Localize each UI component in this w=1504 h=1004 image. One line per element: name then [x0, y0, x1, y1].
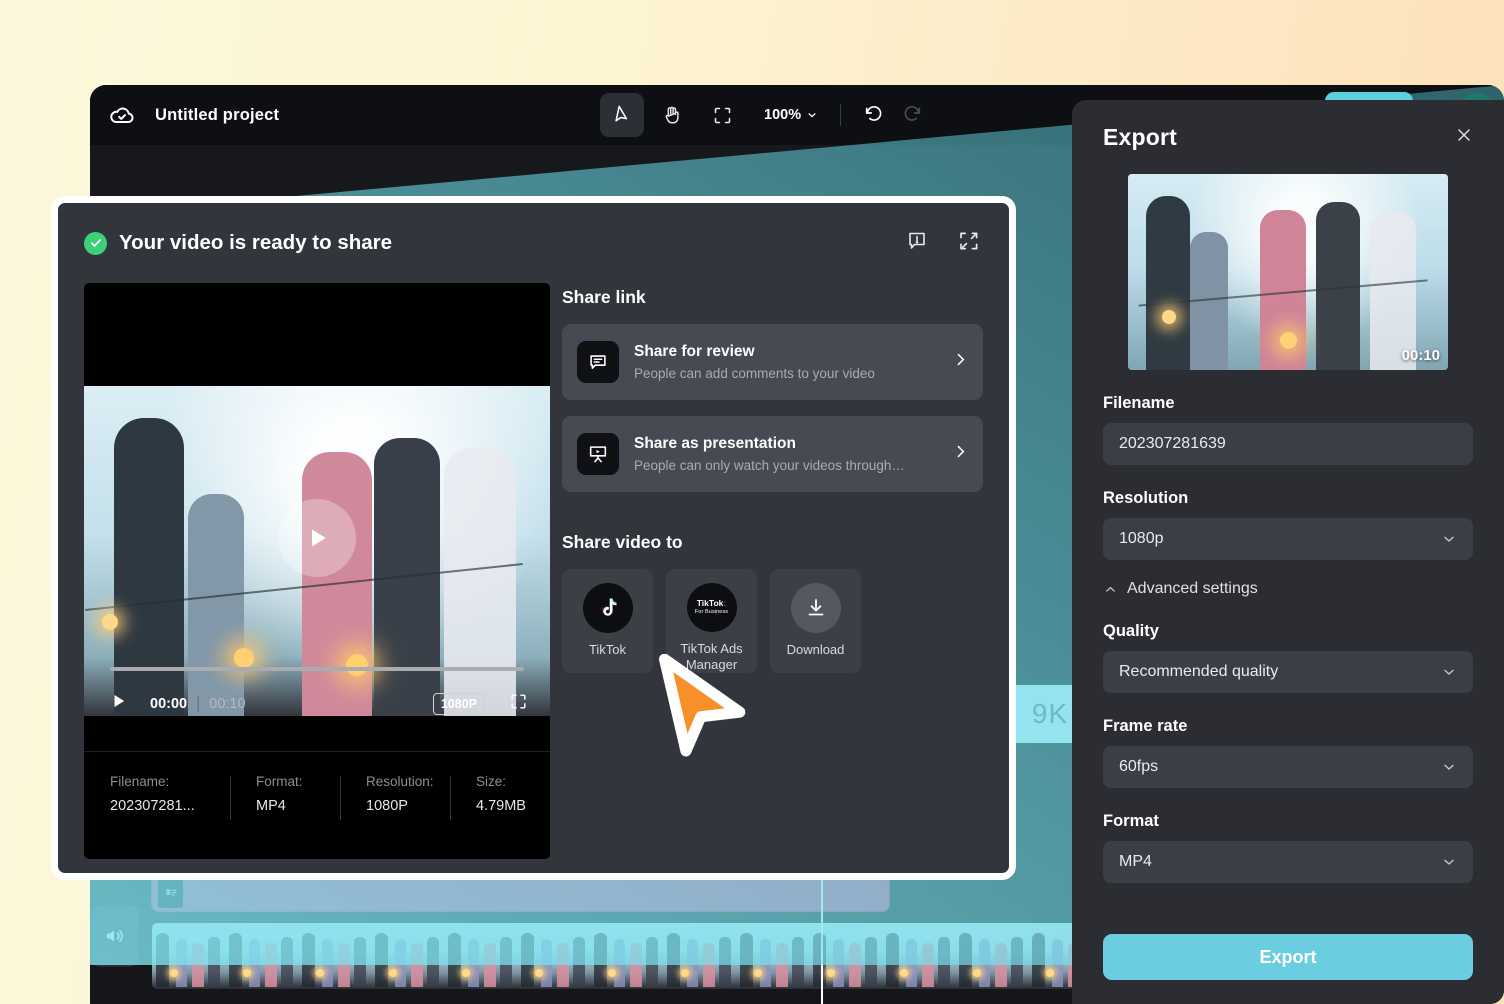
tiktok-for-business-icon: TikTok: For Business	[686, 583, 737, 632]
total-time: 00:10	[209, 695, 246, 712]
fullscreen-icon[interactable]	[509, 692, 528, 716]
filename-input[interactable]: 202307281639	[1103, 423, 1473, 465]
export-panel-header: Export	[1072, 100, 1504, 174]
quality-badge[interactable]: 1080P	[432, 692, 485, 715]
chevron-down-icon	[1444, 536, 1454, 542]
resolution-label: Resolution	[1103, 489, 1189, 507]
chevron-right-icon	[952, 443, 969, 465]
cloud-check-icon[interactable]	[107, 100, 137, 130]
text-sticker-icon	[158, 876, 183, 908]
quality-select[interactable]: Recommended quality	[1103, 651, 1473, 693]
meta-key: Filename:	[110, 774, 170, 789]
time-separator: |	[196, 694, 201, 712]
close-icon[interactable]	[1454, 125, 1474, 149]
quality-value: Recommended quality	[1119, 663, 1279, 680]
advanced-settings-toggle[interactable]: Advanced settings	[1103, 580, 1473, 598]
project-title[interactable]: Untitled project	[155, 106, 279, 125]
framerate-label: Frame rate	[1103, 717, 1188, 735]
quality-label: Quality	[1103, 622, 1159, 640]
share-as-presentation-card[interactable]: Share as presentation People can only wa…	[562, 416, 983, 492]
zoom-level-value: 100%	[764, 107, 802, 123]
select-tool[interactable]	[600, 93, 644, 137]
export-button[interactable]: Export	[1103, 934, 1473, 980]
player-controls: 00:00 | 00:10 1080P	[84, 653, 550, 751]
export-thumbnail-duration: 00:10	[1401, 347, 1440, 364]
card-subtitle: People can add comments to your video	[634, 366, 875, 381]
collapse-icon[interactable]	[957, 229, 981, 258]
seek-bar[interactable]	[110, 667, 524, 671]
export-panel: Export 00:10 Filename 202307281639 Resol…	[1072, 100, 1504, 1004]
meta-item: Format: MP4	[230, 774, 340, 859]
meta-value: MP4	[256, 798, 286, 814]
fit-frame-tool[interactable]	[700, 93, 744, 137]
chevron-down-icon	[1444, 669, 1454, 675]
current-time: 00:00	[150, 695, 188, 712]
card-title: Share for review	[634, 343, 755, 360]
meta-value: 1080P	[366, 798, 408, 814]
share-video-to-title: Share video to	[562, 532, 683, 552]
undo-arrow-icon[interactable]	[863, 102, 885, 129]
meta-item: Resolution: 1080P	[340, 774, 450, 859]
pan-tool[interactable]	[650, 93, 694, 137]
resolution-value: 1080p	[1119, 530, 1164, 547]
comment-bubble-icon	[577, 341, 619, 383]
page-root: Untitled project 100% 9K Export 00:10 Fi…	[0, 0, 1504, 1004]
share-dialog-title: Your video is ready to share	[119, 231, 393, 254]
check-circle-icon	[84, 231, 107, 255]
feedback-icon[interactable]	[905, 229, 929, 258]
share-link-title: Share link	[562, 287, 646, 307]
meta-key: Resolution:	[366, 774, 434, 789]
video-player[interactable]: OK 00:00 | 00:10 1080P	[84, 283, 550, 859]
export-thumbnail: 00:10	[1128, 174, 1448, 370]
speaker-wave-icon[interactable]	[91, 905, 139, 967]
chevron-down-icon	[1444, 764, 1454, 770]
share-dialog-header: Your video is ready to share	[58, 203, 1009, 283]
share-for-review-card[interactable]: Share for review People can add comments…	[562, 324, 983, 400]
filename-label: Filename	[1103, 394, 1175, 412]
format-label: Format	[1103, 812, 1159, 830]
format-value: MP4	[1119, 853, 1152, 870]
video-metadata: Filename: 202307281... Format: MP4 Resol…	[84, 751, 550, 859]
redo-arrow-icon[interactable]	[901, 102, 923, 129]
meta-value: 4.79MB	[476, 798, 526, 814]
presentation-icon	[577, 433, 619, 475]
meta-value: 202307281...	[110, 798, 195, 814]
toolbar-divider	[840, 104, 842, 126]
play-circle-icon[interactable]	[278, 499, 356, 577]
orange-pointer-cursor	[644, 653, 748, 767]
play-icon[interactable]	[110, 691, 128, 716]
meta-key: Format:	[256, 774, 303, 789]
share-target-download[interactable]: Download	[770, 569, 861, 673]
share-dialog-body: OK 00:00 | 00:10 1080P	[58, 283, 1009, 873]
card-subtitle: People can only watch your videos throug…	[634, 458, 905, 473]
framerate-select[interactable]: 60fps	[1103, 746, 1473, 788]
share-target-label: TikTok	[588, 642, 627, 657]
format-select[interactable]: MP4	[1103, 841, 1473, 883]
export-panel-body: 00:10 Filename 202307281639 Resolution 1…	[1072, 174, 1504, 1004]
download-icon	[790, 583, 841, 633]
chevron-up-icon	[1106, 586, 1115, 592]
share-target-label: Download	[786, 642, 845, 657]
meta-item: Size: 4.79MB	[450, 774, 550, 859]
share-dialog: Your video is ready to share 00:00 | 00:…	[51, 196, 1016, 880]
card-title: Share as presentation	[634, 435, 796, 452]
timeline-video-clip[interactable]	[152, 923, 1137, 989]
chevron-right-icon	[952, 351, 969, 373]
editor-toolbar: 100%	[600, 93, 923, 137]
export-panel-title: Export	[1103, 123, 1178, 150]
chevron-down-icon	[1444, 859, 1454, 865]
advanced-settings-label: Advanced settings	[1127, 580, 1258, 597]
chevron-down-icon	[808, 113, 816, 118]
resolution-select[interactable]: 1080p	[1103, 518, 1473, 560]
framerate-value: 60fps	[1119, 758, 1159, 775]
share-target-tiktok[interactable]: TikTok	[562, 569, 653, 673]
tiktok-icon	[582, 583, 633, 633]
zoom-level-dropdown[interactable]: 100%	[764, 107, 818, 123]
meta-item: Filename: 202307281...	[84, 774, 230, 859]
meta-key: Size:	[476, 774, 507, 789]
